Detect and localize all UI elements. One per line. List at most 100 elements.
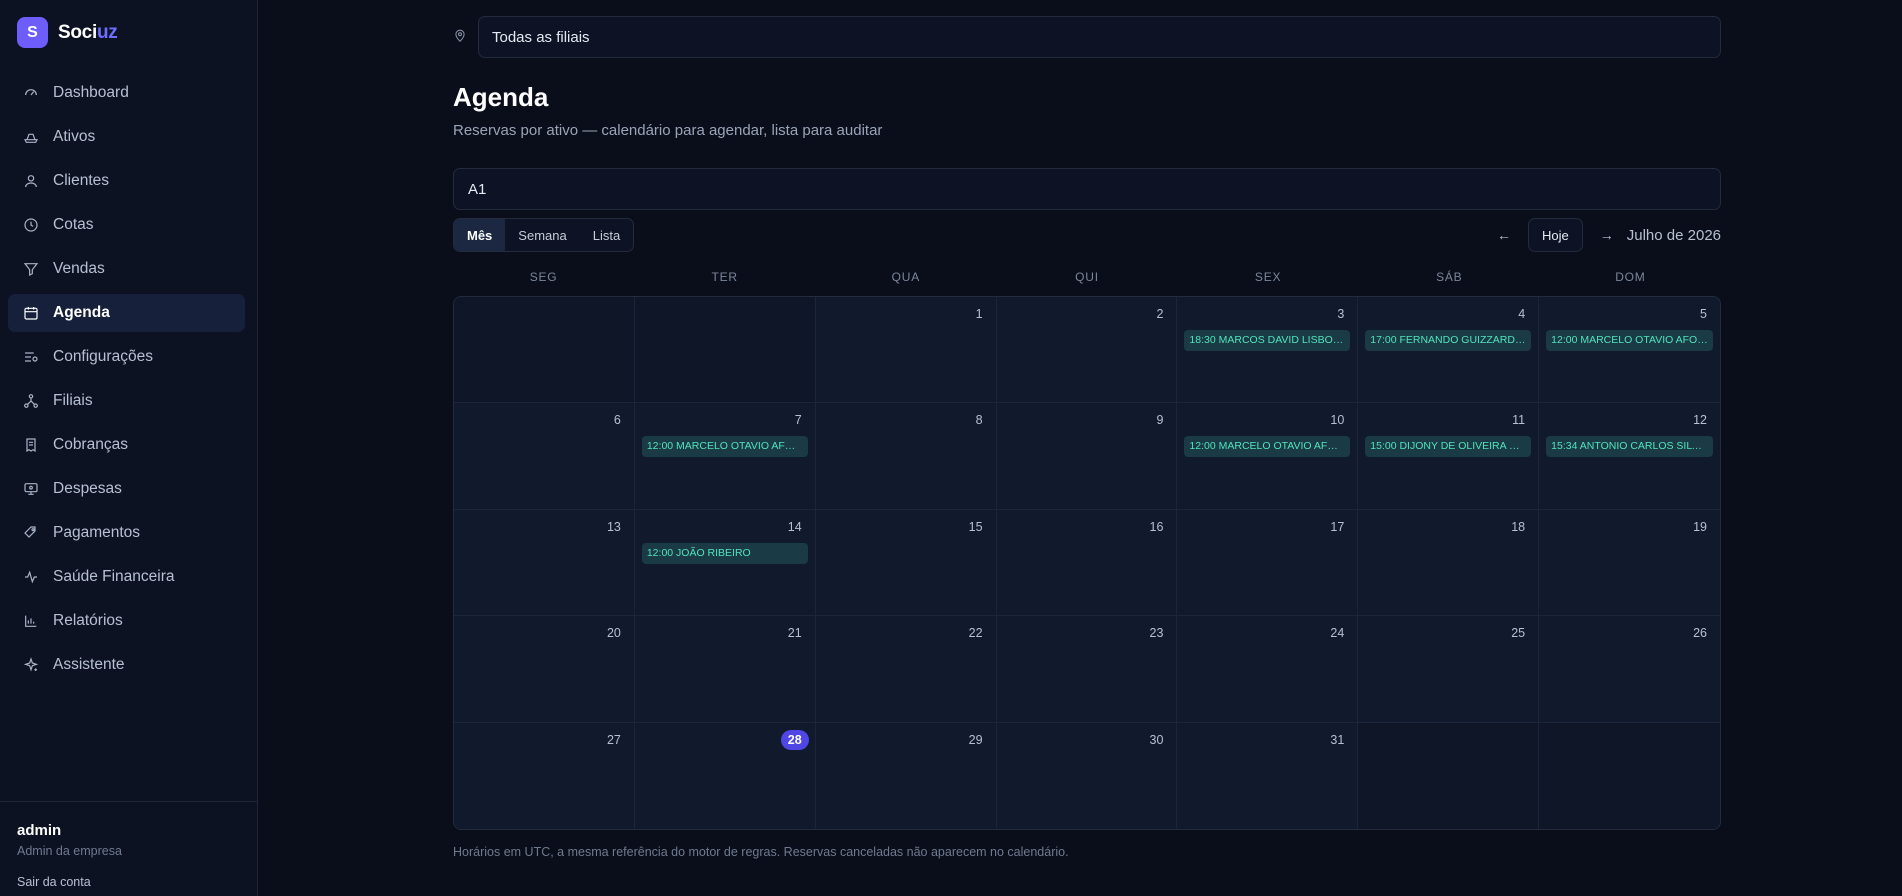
day-cell[interactable]: 16 (996, 509, 1178, 617)
weekday-label: QUA (891, 270, 921, 284)
sidebar: S Sociuz Dashboard Ativos Clientes Cotas Ven… (0, 0, 258, 896)
today-button[interactable]: Hoje (1528, 218, 1583, 252)
sidebar-item-label: Configurações (53, 348, 153, 365)
sidebar-item-vendas[interactable]: Vendas (8, 250, 245, 288)
day-cell[interactable]: 29 (815, 722, 997, 829)
day-cell[interactable]: 23 (996, 616, 1178, 723)
day-cell[interactable]: 6 (454, 403, 635, 510)
sidebar-item-ativos[interactable]: Ativos (8, 118, 245, 156)
sidebar-item-relatorios[interactable]: Relatórios (8, 602, 245, 640)
sidebar-item-label: Filiais (53, 392, 93, 409)
month-label: Julho de 2026 (1626, 226, 1721, 244)
day-cell[interactable]: 28 (634, 722, 816, 829)
day-cell[interactable]: 18 (1358, 509, 1540, 617)
day-cell[interactable]: 15 (815, 509, 997, 617)
view-month-button[interactable]: Mês (454, 219, 506, 251)
calendar-navigation: ← Hoje → Julho de 2026 (1492, 218, 1721, 252)
day-cell[interactable]: 27 (454, 722, 635, 829)
sidebar-item-agenda[interactable]: Agenda (8, 294, 245, 332)
sidebar-item-saude-financeira[interactable]: Saúde Financeira (8, 558, 245, 596)
day-cell[interactable]: 2 (996, 297, 1178, 404)
weekday-header: SEG TER QUA QUI SEX SÁB DOM (453, 270, 1721, 284)
day-cell[interactable]: 10 12:00 MARCELO OTAVIO AFONSO (1177, 403, 1359, 510)
next-month-button[interactable]: → (1595, 227, 1619, 243)
sidebar-item-label: Cobranças (53, 436, 128, 453)
map-pin-icon (453, 29, 469, 45)
sidebar-item-cotas[interactable]: Cotas (8, 206, 245, 244)
brand-name: Sociuz (58, 21, 118, 44)
day-cell[interactable]: 14 12:00 JOÃO RIBEIRO (634, 509, 816, 617)
reservation-event[interactable]: 12:00 JOÃO RIBEIRO (641, 542, 808, 564)
day-cell[interactable]: 7 12:00 MARCELO OTAVIO AFONSO (634, 403, 816, 510)
reservation-event[interactable]: 12:00 MARCELO OTAVIO AFONSO (1184, 436, 1351, 458)
reservation-event[interactable]: 12:00 MARCELO OTAVIO AFONSO (641, 436, 808, 458)
user-name: admin (17, 822, 62, 839)
day-number: 27 (606, 732, 621, 747)
day-cell[interactable]: 13 (454, 509, 635, 617)
reservation-event[interactable]: 12:00 MARCELO OTAVIO AFONSO (1546, 330, 1713, 351)
sidebar-item-configuracoes[interactable]: Configurações (8, 338, 245, 376)
day-cell[interactable]: 31 (1177, 722, 1359, 829)
sidebar-nav: Dashboard Ativos Clientes Cotas Vendas Agenda… (8, 74, 245, 690)
clock-icon (23, 217, 39, 233)
sidebar-item-label: Clientes (53, 172, 109, 189)
day-number: 31 (1330, 732, 1345, 747)
brand[interactable]: S Sociuz (17, 17, 118, 48)
day-cell[interactable]: 1 (815, 297, 997, 404)
day-number: 21 (787, 626, 802, 641)
day-cell[interactable]: 17 (1177, 509, 1359, 617)
brand-name-accent: uz (96, 21, 118, 43)
day-number: 26 (1693, 626, 1707, 641)
asset-select[interactable]: A1 (453, 168, 1721, 210)
view-list-button[interactable]: Lista (580, 219, 633, 251)
prev-month-button[interactable]: ← (1492, 227, 1516, 243)
day-number: 10 (1330, 413, 1345, 428)
sidebar-item-pagamentos[interactable]: Pagamentos (8, 514, 245, 552)
sidebar-item-filiais[interactable]: Filiais (8, 382, 245, 420)
ship-icon (23, 129, 39, 145)
monitor-icon (23, 481, 39, 497)
logout-link[interactable]: Sair da conta (17, 875, 91, 889)
day-cell[interactable]: 19 (1539, 509, 1720, 617)
day-cell[interactable]: 8 (815, 403, 997, 510)
sidebar-item-assistente[interactable]: Assistente (8, 646, 245, 684)
day-cell[interactable]: 30 (996, 722, 1178, 829)
day-cell[interactable]: 5 12:00 MARCELO OTAVIO AFONSO (1539, 297, 1720, 404)
sidebar-item-label: Relatórios (53, 612, 123, 629)
sidebar-item-cobrancas[interactable]: Cobranças (8, 426, 245, 464)
day-number: 17 (1330, 519, 1345, 534)
day-number: 11 (1512, 413, 1526, 428)
sidebar-item-despesas[interactable]: Despesas (8, 470, 245, 508)
reservation-event[interactable]: 18:30 MARCOS DAVID LISBOA LEAL (1184, 330, 1351, 351)
sidebar-item-clientes[interactable]: Clientes (8, 162, 245, 200)
sidebar-item-dashboard[interactable]: Dashboard (8, 74, 245, 112)
day-cell[interactable]: 9 (996, 403, 1178, 510)
day-number: 22 (968, 626, 983, 641)
reservation-event[interactable]: 17:00 FERNANDO GUIZZARDI VIEIRA (1365, 330, 1532, 351)
weekday-label: QUI (1075, 270, 1099, 284)
reservation-event[interactable]: 15:34 ANTONIO CARLOS SILVA SANTOS (1546, 436, 1713, 458)
day-cell[interactable]: 12 15:34 ANTONIO CARLOS SILVA SANTOS (1539, 403, 1720, 510)
day-number: 3 (1337, 307, 1345, 321)
day-cell[interactable]: 4 17:00 FERNANDO GUIZZARDI VIEIRA (1358, 297, 1540, 404)
branch-select[interactable]: Todas as filiais (478, 16, 1721, 58)
day-number: 7 (794, 413, 802, 428)
sparkle-icon (23, 657, 39, 673)
day-number: 15 (968, 519, 983, 534)
day-number: 4 (1518, 307, 1526, 321)
day-cell[interactable]: 11 15:00 DIJONY DE OLIVEIRA RIBEIRO (1358, 403, 1540, 510)
day-cell[interactable]: 20 (454, 616, 635, 723)
day-cell[interactable]: 22 (815, 616, 997, 723)
day-cell[interactable]: 21 (634, 616, 816, 723)
day-cell[interactable]: 3 18:30 MARCOS DAVID LISBOA LEAL (1177, 297, 1359, 404)
reservation-event[interactable]: 15:00 DIJONY DE OLIVEIRA RIBEIRO (1365, 436, 1532, 458)
day-number: 30 (1149, 732, 1164, 747)
pulse-icon (23, 569, 39, 585)
day-cell[interactable]: 26 (1539, 616, 1720, 723)
day-number: 29 (968, 732, 983, 747)
day-cell[interactable]: 24 (1177, 616, 1359, 723)
day-number: 1 (975, 307, 983, 321)
view-week-button[interactable]: Semana (505, 219, 579, 251)
day-cell[interactable]: 25 (1358, 616, 1540, 723)
branch-filter: Todas as filiais (453, 16, 1721, 58)
